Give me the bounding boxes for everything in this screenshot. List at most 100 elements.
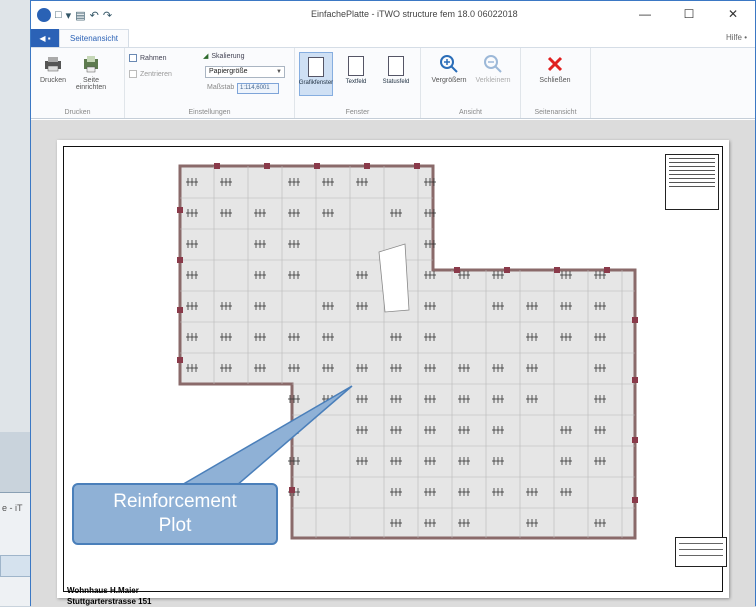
reinforcement-plot-callout: Reinforcement Plot — [72, 483, 278, 545]
group-label-seitenansicht: Seitenansicht — [534, 109, 577, 116]
reinforcement-mark — [322, 395, 334, 403]
reinforcement-mark — [492, 488, 504, 496]
project-name: Wohnhaus H.Maier — [67, 586, 139, 595]
support-marker — [504, 267, 510, 273]
undo-icon[interactable]: ↶ — [90, 9, 99, 22]
close-preview-button[interactable]: Schließen — [535, 54, 575, 84]
support-marker — [177, 257, 183, 263]
support-marker — [177, 307, 183, 313]
reinforcement-mark — [322, 178, 334, 186]
reinforcement-mark — [458, 457, 470, 465]
new-icon[interactable]: □ — [55, 9, 62, 21]
support-marker — [414, 163, 420, 169]
page-setup-label: Seite einrichten — [75, 77, 107, 91]
ribbon-tab-row: ◀ ▪ Seitenansicht Hilfe • — [31, 29, 755, 47]
support-marker — [454, 267, 460, 273]
reinforcement-mark — [424, 302, 436, 310]
quick-access-toolbar: □ ▾ ▤ ↶ ↷ — [31, 8, 112, 22]
reinforcement-mark — [560, 457, 572, 465]
zentrieren-checkbox[interactable]: Zentrieren — [129, 70, 172, 78]
app-icon[interactable] — [37, 8, 51, 22]
ribbon-group-seitenansicht: Schließen Seitenansicht — [521, 48, 591, 118]
reinforcement-mark — [560, 426, 572, 434]
reinforcement-mark — [220, 302, 232, 310]
reinforcement-mark — [458, 364, 470, 372]
reinforcement-mark — [458, 426, 470, 434]
reinforcement-mark — [322, 333, 334, 341]
close-window-button[interactable]: ✕ — [711, 1, 755, 27]
ribbon-group-ansicht: Vergrößern Verkleinern Ansicht — [421, 48, 521, 118]
checkbox-icon — [129, 70, 137, 78]
reinforcement-mark — [492, 426, 504, 434]
reinforcement-mark — [594, 302, 606, 310]
reinforcement-mark — [220, 178, 232, 186]
massstab-label: Maßstab — [207, 84, 234, 91]
project-address: Stuttgarterstrasse 151 — [67, 597, 152, 606]
reinforcement-mark — [186, 209, 198, 217]
reinforcement-mark — [356, 178, 368, 186]
group-label-fenster: Fenster — [345, 109, 370, 116]
grafikfenster-button[interactable]: Grafikfenster — [299, 52, 333, 96]
statusfeld-button[interactable]: Statusfeld — [379, 52, 413, 96]
page-setup-button[interactable]: Seite einrichten — [73, 54, 109, 91]
reinforcement-mark — [492, 457, 504, 465]
reinforcement-mark — [424, 364, 436, 372]
redo-icon[interactable]: ↷ — [103, 9, 112, 22]
reinforcement-mark — [424, 178, 436, 186]
massstab-input[interactable]: 1:114,6001 — [237, 83, 279, 94]
support-marker — [177, 207, 183, 213]
file-menu-button[interactable]: ◀ ▪ — [31, 29, 59, 47]
reinforcement-mark — [288, 364, 300, 372]
reinforcement-mark — [288, 240, 300, 248]
reinforcement-mark — [322, 364, 334, 372]
reinforcement-mark — [254, 271, 266, 279]
print-button[interactable]: Drucken — [35, 54, 71, 84]
rahmen-checkbox[interactable]: Rahmen — [129, 54, 166, 62]
support-marker — [214, 163, 220, 169]
group-label-einstellungen: Einstellungen — [188, 109, 231, 116]
help-menu[interactable]: Hilfe • — [726, 33, 747, 42]
tab-seitenansicht[interactable]: Seitenansicht — [59, 29, 130, 47]
reinforcement-mark — [560, 333, 572, 341]
rahmen-label: Rahmen — [140, 54, 167, 62]
reinforcement-mark — [424, 271, 436, 279]
statusfeld-label: Statusfeld — [382, 79, 410, 85]
reinforcement-mark — [186, 271, 198, 279]
skalierung-option[interactable]: ◢ Skalierung — [203, 52, 245, 61]
reinforcement-mark — [458, 519, 470, 527]
textfeld-label: Textfeld — [345, 79, 367, 85]
reinforcement-mark — [390, 426, 402, 434]
open-icon[interactable]: ▾ — [66, 9, 72, 22]
skalierung-label: Skalierung — [211, 52, 245, 60]
reinforcement-mark — [458, 395, 470, 403]
reinforcement-mark — [526, 395, 538, 403]
textfeld-button[interactable]: Textfeld — [339, 52, 373, 96]
zoom-out-label: Verkleinern — [475, 77, 511, 84]
papiergroesse-value: Papiergröße — [209, 68, 248, 75]
support-marker — [632, 317, 638, 323]
zoom-out-button[interactable]: Verkleinern — [473, 54, 513, 84]
reinforcement-mark — [288, 178, 300, 186]
save-icon[interactable]: ▤ — [75, 9, 85, 22]
ribbon: Drucken Seite einrichten Drucken Rahmen … — [31, 47, 755, 119]
reinforcement-mark — [526, 519, 538, 527]
reinforcement-mark — [356, 271, 368, 279]
papiergroesse-dropdown[interactable]: Papiergröße ▼ — [205, 66, 285, 78]
reinforcement-mark — [186, 364, 198, 372]
zoom-in-button[interactable]: Vergrößern — [429, 54, 469, 84]
reinforcement-mark — [560, 271, 572, 279]
statusfield-page-icon — [388, 56, 404, 76]
minimize-button[interactable]: — — [623, 1, 667, 27]
reinforcement-mark — [356, 457, 368, 465]
reinforcement-mark — [424, 488, 436, 496]
reinforcement-mark — [186, 302, 198, 310]
reinforcement-mark — [594, 519, 606, 527]
zoom-out-icon — [482, 54, 504, 74]
reinforcement-mark — [458, 488, 470, 496]
close-icon — [544, 54, 566, 74]
reinforcement-mark — [322, 209, 334, 217]
maximize-button[interactable]: ☐ — [667, 1, 711, 27]
reinforcement-mark — [526, 364, 538, 372]
grafikfenster-label: Grafikfenster — [298, 80, 334, 86]
reinforcement-mark — [424, 457, 436, 465]
